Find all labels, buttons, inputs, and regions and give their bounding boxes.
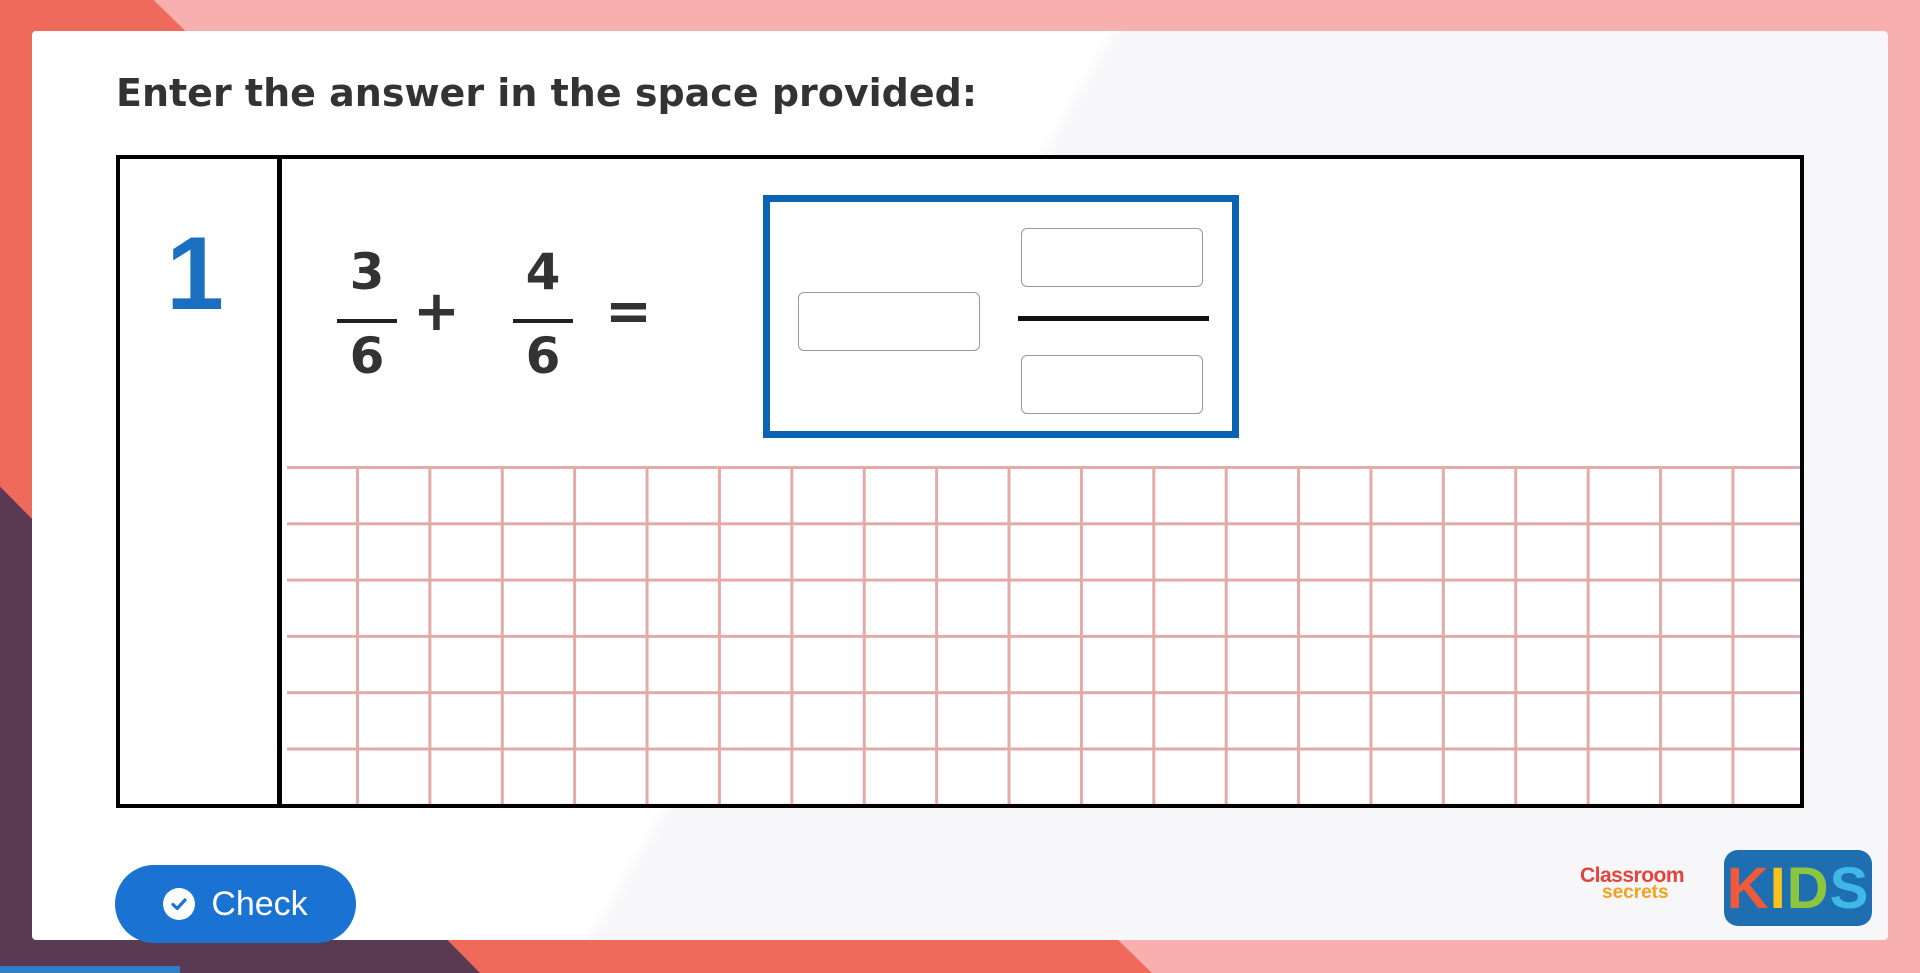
check-button-label: Check [211,884,308,923]
fraction-b: 4 6 [513,243,573,385]
answer-box [763,195,1239,438]
question-number: 1 [166,216,224,332]
fraction-b-numerator: 4 [525,243,561,301]
fraction-a: 3 6 [337,243,397,385]
kids-letter-i: I [1769,855,1787,921]
fraction-a-numerator: 3 [349,243,385,301]
instruction-text: Enter the answer in the space provided: [116,71,978,115]
fraction-a-bar [337,319,397,323]
check-button[interactable]: Check [115,865,356,943]
work-area: 3 6 + 4 6 = [287,159,1800,804]
plus-operator: + [413,279,460,344]
fraction-a-denominator: 6 [349,327,385,385]
answer-fraction-bar [1018,316,1209,321]
working-grid [287,466,1800,804]
question-box: 1 3 6 + 4 6 = [116,155,1804,808]
logo-line2: secrets [1602,882,1669,903]
kids-letter-k: K [1726,855,1770,921]
bottom-blue-strip [0,966,180,973]
kids-logo: K I D S [1724,850,1872,926]
kids-letter-s: S [1829,855,1870,921]
classroom-secrets-logo: Classroom secrets [1578,864,1714,912]
answer-whole-input[interactable] [798,292,980,351]
equals-sign: = [605,279,652,344]
question-number-column: 1 [120,159,282,804]
kids-letter-d: D [1786,855,1830,921]
answer-denominator-input[interactable] [1021,355,1203,414]
question-panel: Enter the answer in the space provided: … [32,31,1888,943]
check-circle-icon [163,888,196,920]
fraction-b-bar [513,319,573,323]
fraction-b-denominator: 6 [525,327,561,385]
answer-numerator-input[interactable] [1021,228,1203,287]
